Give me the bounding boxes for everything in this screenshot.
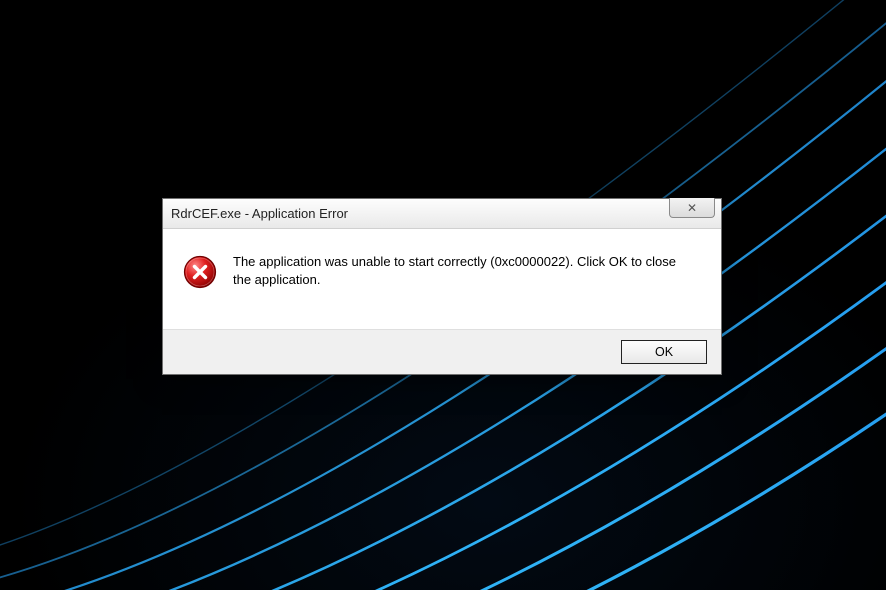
dialog-title: RdrCEF.exe - Application Error: [171, 206, 715, 221]
error-icon: [183, 255, 217, 289]
error-dialog: RdrCEF.exe - Application Error ✕: [162, 198, 722, 375]
dialog-titlebar[interactable]: RdrCEF.exe - Application Error ✕: [163, 199, 721, 229]
ok-button[interactable]: OK: [621, 340, 707, 364]
close-button[interactable]: ✕: [669, 198, 715, 218]
dialog-body: The application was unable to start corr…: [163, 229, 721, 329]
dialog-footer: OK: [163, 329, 721, 374]
dialog-message: The application was unable to start corr…: [233, 253, 693, 288]
close-icon: ✕: [687, 201, 697, 215]
